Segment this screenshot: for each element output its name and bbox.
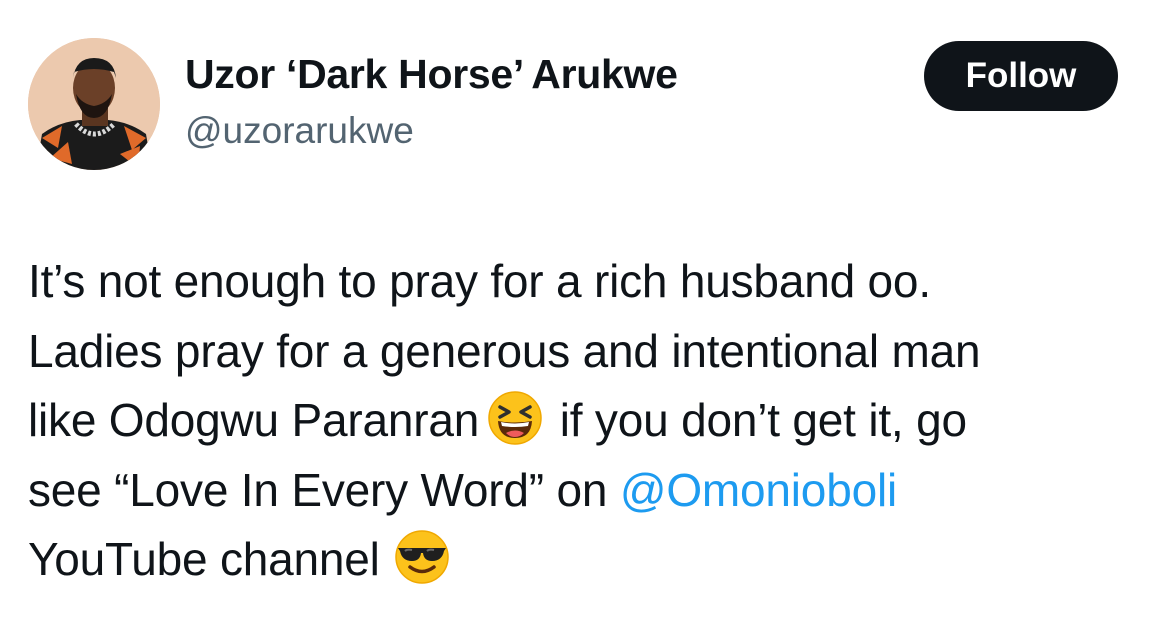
tweet-line-4: see “Love In Every Word” on @Omonioboli — [28, 456, 1138, 526]
tweet-line-1: It’s not enough to pray for a rich husba… — [28, 255, 931, 307]
author-handle[interactable]: @uzorarukwe — [185, 112, 414, 149]
tweet-line-5-text: YouTube channel — [28, 533, 380, 585]
smiling-face-with-sunglasses-emoji-icon — [394, 529, 450, 585]
avatar-portrait — [28, 38, 160, 170]
mention-link[interactable]: @Omonioboli — [620, 464, 897, 516]
author-display-name[interactable]: Uzor ‘Dark Horse’ Arukwe — [185, 54, 678, 95]
laughing-squinting-face-emoji-icon — [487, 390, 543, 446]
tweet-line-3: like Odogwu Paranran if you don’t get it… — [28, 386, 1138, 456]
tweet-line-3-text: like Odogwu Paranran — [28, 394, 480, 446]
follow-button[interactable]: Follow — [924, 41, 1118, 111]
tweet-line-2: Ladies pray for a generous and intention… — [28, 324, 981, 377]
tweet-card: Uzor ‘Dark Horse’ Arukwe @uzorarukwe Fol… — [0, 0, 1170, 637]
avatar[interactable] — [28, 38, 160, 170]
tweet-line-3-text-after: if you don’t get it, go — [559, 394, 967, 446]
tweet-line-4-text: see “Love In Every Word” on — [28, 463, 620, 516]
tweet-line-5: YouTube channel — [28, 525, 1138, 595]
tweet-text: It’s not enough to pray for a rich husba… — [28, 247, 1138, 595]
